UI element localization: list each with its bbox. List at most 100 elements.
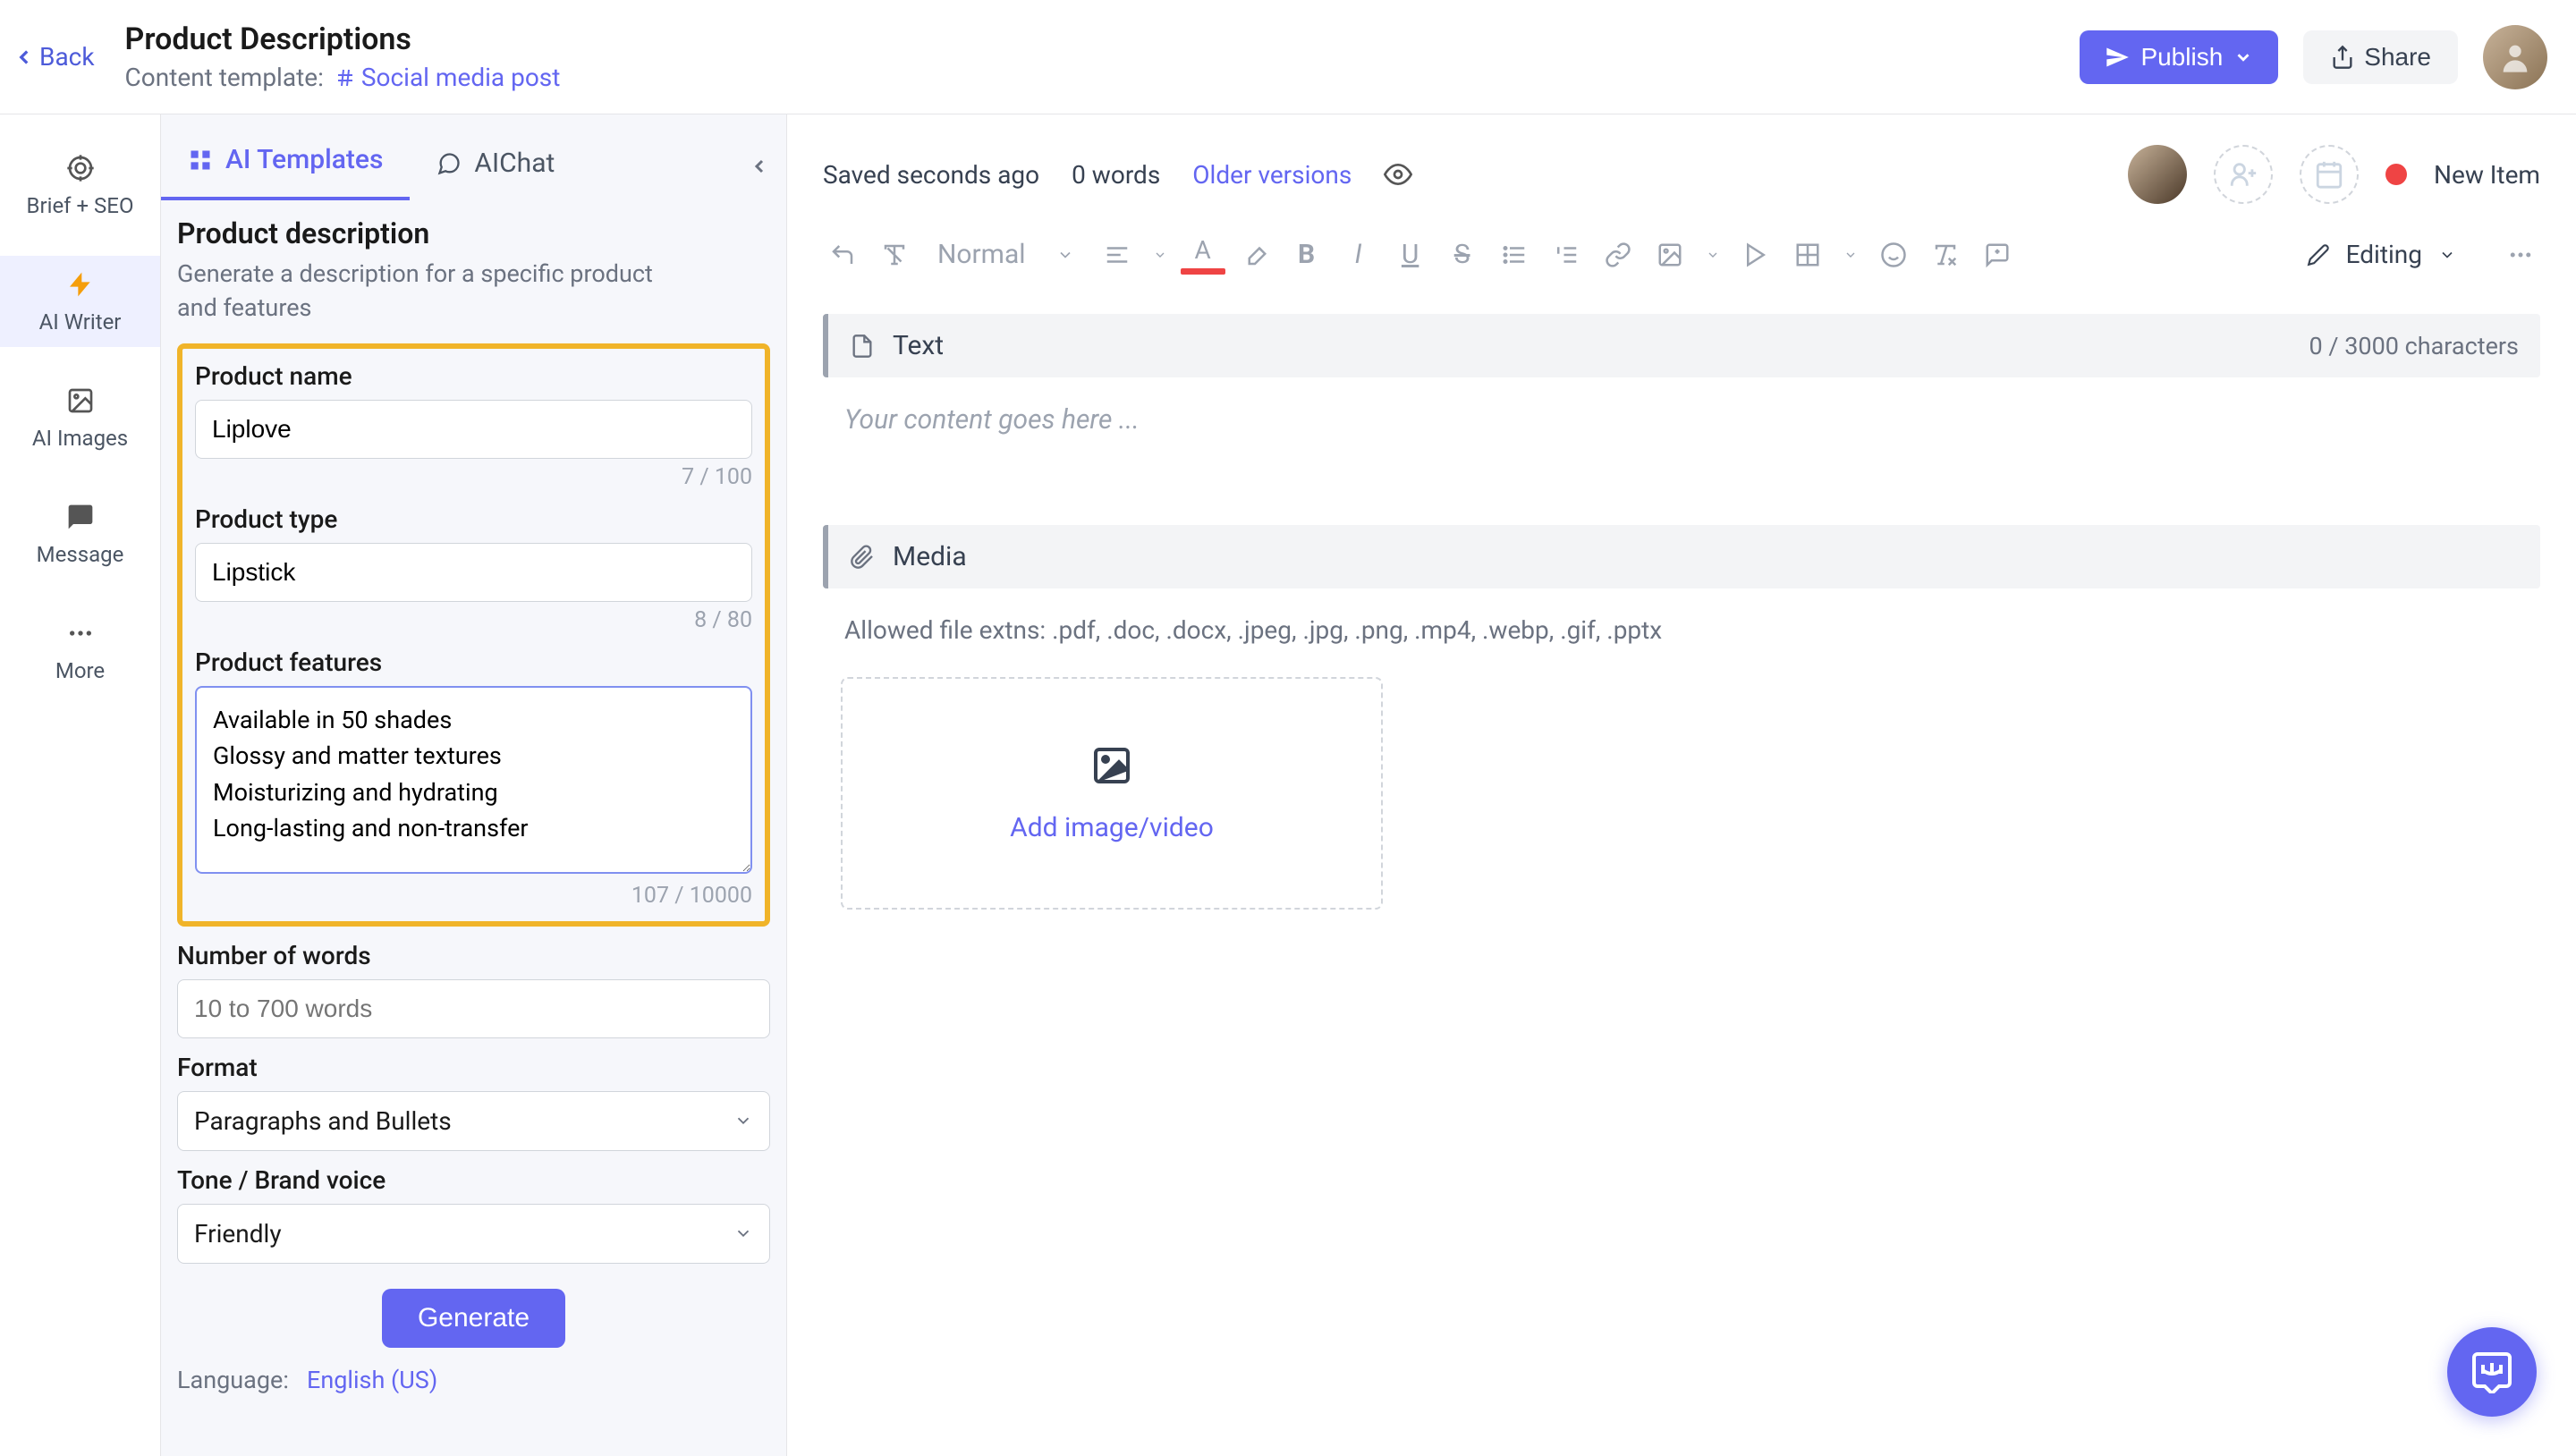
editing-label: Editing: [2346, 240, 2422, 269]
sidenav-label: More: [55, 658, 105, 683]
tone-select[interactable]: Friendly: [177, 1204, 770, 1264]
add-collaborator-button[interactable]: [2214, 145, 2273, 204]
publish-button[interactable]: Publish: [2080, 30, 2278, 84]
image-dropdown[interactable]: [1702, 235, 1724, 275]
collaborator-avatar[interactable]: [2128, 145, 2187, 204]
sidenav: Brief + SEO AI Writer AI Images Message …: [0, 114, 161, 1456]
back-button[interactable]: Back: [13, 42, 95, 72]
date-picker-button[interactable]: [2300, 145, 2359, 204]
attachment-icon: [850, 545, 875, 570]
generate-button[interactable]: Generate: [382, 1289, 565, 1348]
chevron-left-icon: [13, 46, 36, 69]
table-button[interactable]: [1788, 235, 1827, 275]
content-template-name: Social media post: [361, 63, 561, 92]
hash-icon: [335, 67, 356, 89]
table-dropdown[interactable]: [1840, 235, 1861, 275]
left-panel: AI Templates AIChat Product description …: [161, 114, 787, 1456]
chevron-down-icon: [1056, 246, 1074, 264]
clear-format-button[interactable]: [875, 235, 914, 275]
chevron-down-icon: [733, 1111, 753, 1130]
word-count: 0 words: [1072, 160, 1160, 190]
link-button[interactable]: [1598, 235, 1638, 275]
undo-button[interactable]: [823, 235, 862, 275]
tab-aichat[interactable]: AIChat: [410, 126, 581, 200]
paragraph-style-select[interactable]: Normal: [927, 239, 1085, 270]
text-block-title: Text: [893, 330, 2292, 361]
tab-ai-templates[interactable]: AI Templates: [161, 123, 410, 200]
sidenav-label: Message: [37, 542, 124, 567]
emoji-button[interactable]: [1874, 235, 1913, 275]
media-dropzone[interactable]: Add image/video: [841, 677, 1383, 910]
send-icon: [2105, 45, 2130, 70]
sidenav-ai-writer[interactable]: AI Writer: [0, 256, 160, 347]
page-title: Product Descriptions: [125, 21, 2059, 57]
remove-format-button[interactable]: [1926, 235, 1965, 275]
sidenav-message[interactable]: Message: [0, 488, 160, 580]
comment-button[interactable]: [1978, 235, 2017, 275]
video-button[interactable]: [1736, 235, 1775, 275]
bold-button[interactable]: B: [1287, 235, 1326, 275]
share-label: Share: [2364, 43, 2431, 72]
strike-button[interactable]: S: [1443, 235, 1482, 275]
avatar[interactable]: [2483, 25, 2547, 89]
image-button[interactable]: [1650, 235, 1690, 275]
product-name-input[interactable]: [195, 400, 752, 459]
media-block-header[interactable]: Media: [823, 525, 2540, 588]
highlighted-fields: Product name 7 / 100 Product type 8 / 80…: [177, 343, 770, 927]
new-item-label[interactable]: New Item: [2434, 160, 2540, 190]
saved-status: Saved seconds ago: [823, 160, 1039, 190]
words-label: Number of words: [177, 941, 770, 970]
chevron-down-icon: [2233, 47, 2253, 67]
status-dot: [2385, 164, 2407, 185]
toolbar: Normal A B I U S: [823, 231, 2540, 296]
older-versions-link[interactable]: Older versions: [1192, 160, 1352, 190]
text-char-counter: 0 / 3000 characters: [2309, 332, 2519, 360]
sidenav-label: AI Writer: [39, 309, 122, 334]
help-chat-fab[interactable]: [2447, 1327, 2537, 1417]
sidenav-more[interactable]: More: [0, 605, 160, 696]
italic-button[interactable]: I: [1339, 235, 1378, 275]
text-color-button[interactable]: A: [1183, 235, 1223, 275]
align-dropdown[interactable]: [1149, 235, 1171, 275]
highlight-button[interactable]: [1235, 235, 1275, 275]
image-icon: [64, 385, 97, 417]
tone-label: Tone / Brand voice: [177, 1165, 770, 1195]
product-features-label: Product features: [195, 648, 752, 677]
numbered-list-button[interactable]: [1546, 235, 1586, 275]
document-icon: [850, 334, 875, 359]
toolbar-more-button[interactable]: [2501, 235, 2540, 275]
image-icon: [1090, 744, 1133, 787]
share-icon: [2330, 45, 2355, 70]
product-features-textarea[interactable]: [195, 686, 752, 874]
format-select[interactable]: Paragraphs and Bullets: [177, 1091, 770, 1151]
content-template-link[interactable]: Social media post: [335, 63, 561, 92]
panel-subtitle: Generate a description for a specific pr…: [177, 258, 678, 326]
bullet-list-button[interactable]: [1495, 235, 1534, 275]
format-value: Paragraphs and Bullets: [194, 1106, 452, 1136]
allowed-extensions: Allowed file extns: .pdf, .doc, .docx, .…: [823, 588, 2540, 677]
sidenav-brief-seo[interactable]: Brief + SEO: [0, 140, 160, 231]
text-content-area[interactable]: Your content goes here ...: [823, 377, 2540, 516]
language-line: Language: English (US): [177, 1366, 770, 1394]
words-input[interactable]: [177, 979, 770, 1038]
grid-icon: [188, 148, 213, 173]
chevron-down-icon: [733, 1223, 753, 1243]
product-type-input[interactable]: [195, 543, 752, 602]
visibility-icon[interactable]: [1384, 160, 1412, 189]
text-block-header[interactable]: Text 0 / 3000 characters: [823, 314, 2540, 377]
pencil-icon: [2307, 243, 2330, 267]
tone-value: Friendly: [194, 1219, 282, 1249]
content-template-prefix: Content template:: [125, 63, 324, 92]
underline-button[interactable]: U: [1391, 235, 1430, 275]
chat-icon: [64, 501, 97, 533]
panel-heading: Product description: [177, 216, 770, 250]
language-link[interactable]: English (US): [307, 1366, 437, 1394]
align-button[interactable]: [1097, 235, 1137, 275]
share-button[interactable]: Share: [2303, 30, 2458, 84]
paragraph-style-value: Normal: [937, 239, 1026, 270]
product-type-label: Product type: [195, 504, 752, 534]
language-prefix: Language:: [177, 1366, 289, 1394]
editing-mode-select[interactable]: Editing: [2289, 231, 2474, 278]
collapse-panel-button[interactable]: [745, 152, 774, 181]
sidenav-ai-images[interactable]: AI Images: [0, 372, 160, 463]
